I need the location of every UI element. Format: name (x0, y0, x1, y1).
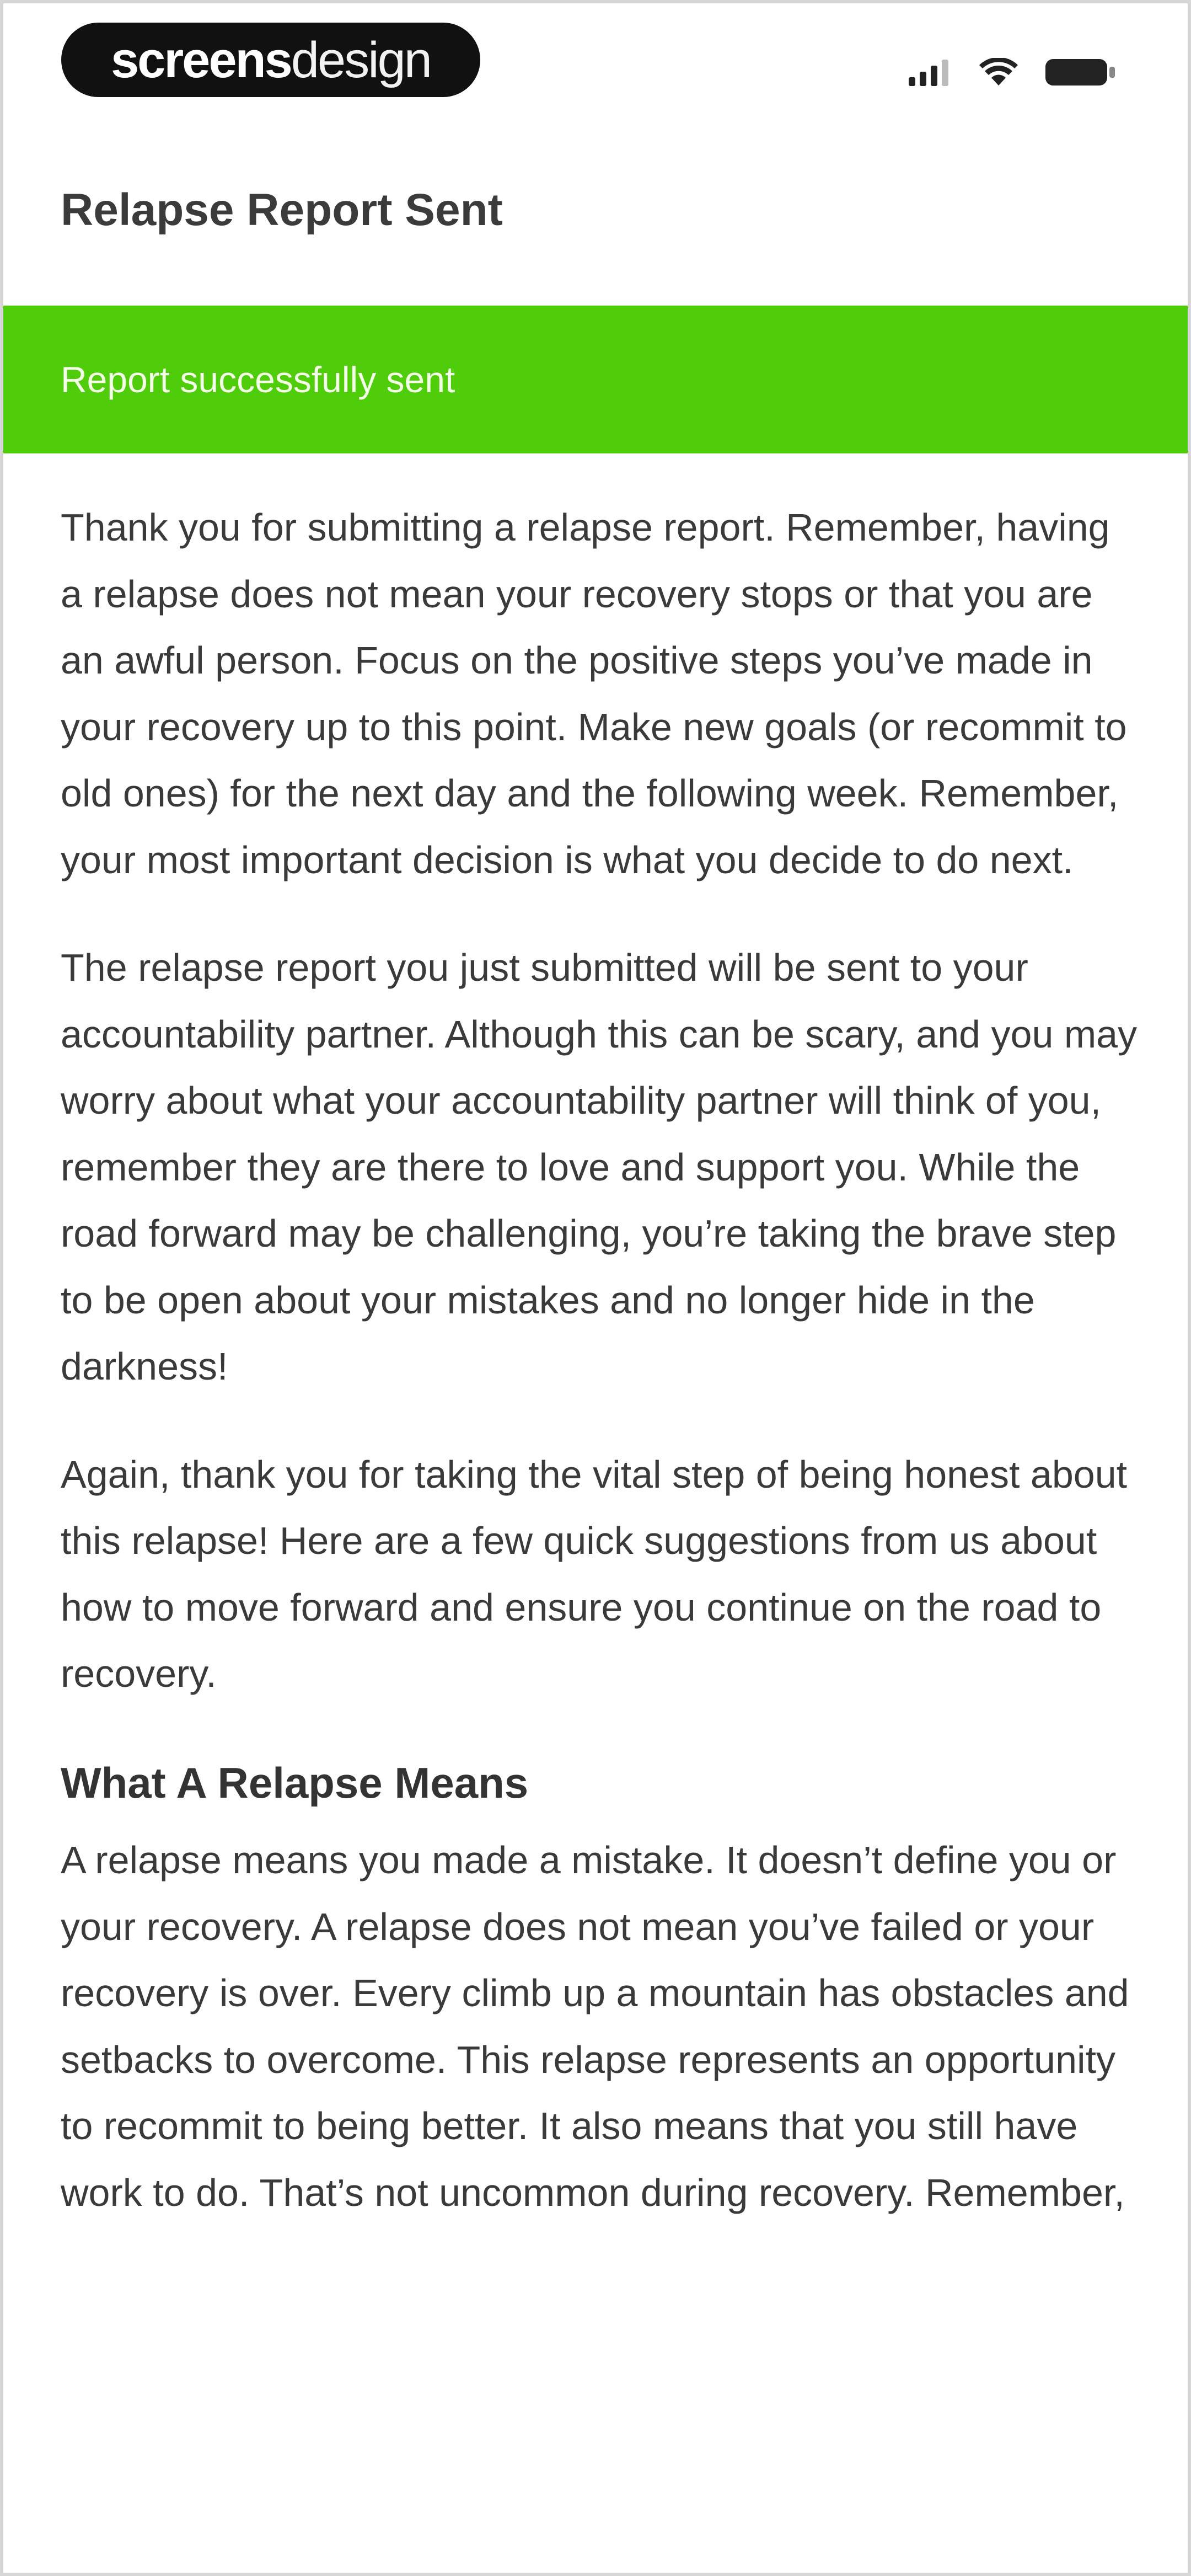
signal-icon (909, 58, 953, 86)
content-area[interactable]: Thank you for submitting a relapse repor… (61, 494, 1141, 2502)
wifi-icon (979, 58, 1018, 87)
app-screen: screens design Relapse Report Sent Repor… (0, 0, 1191, 2576)
section-heading: What A Relapse Means (61, 1758, 529, 1807)
section-body: A relapse means you made a mistake. It d… (61, 1839, 1129, 2214)
page-title: Relapse Report Sent (61, 185, 503, 235)
brand-logo: screens design (61, 23, 480, 97)
intro-paragraph: Thank you for submitting a relapse repor… (61, 506, 1127, 881)
status-bar: screens design (3, 3, 1188, 130)
success-banner: Report successfully sent (3, 306, 1188, 453)
battery-icon (1044, 57, 1116, 88)
brand-logo-light: design (291, 31, 432, 88)
success-message: Report successfully sent (61, 359, 455, 400)
suggestions-paragraph: Again, thank you for taking the vital st… (61, 1452, 1128, 1696)
brand-logo-bold: screens (111, 31, 293, 88)
partner-paragraph: The relapse report you just submitted wi… (61, 946, 1138, 1388)
status-icons (909, 56, 1116, 89)
